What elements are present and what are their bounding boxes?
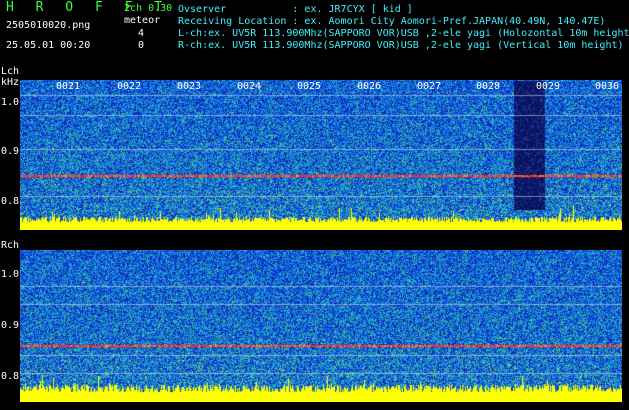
detection-label: meteor	[124, 15, 161, 26]
xtick-0025: 0025	[297, 81, 322, 92]
rch-ytick-2: 0.9	[1, 320, 20, 331]
rch-label: Rch	[1, 240, 20, 251]
filename-label: 2505010020.png	[6, 20, 91, 31]
xtick-0021: 0021	[56, 81, 81, 92]
lch-ytick-2: 0.9	[1, 146, 20, 157]
lch-config-line: L-ch:ex. UV5R 113.900Mhz(SAPPORO VOR)USB…	[178, 28, 629, 39]
xtick-0028: 0028	[476, 81, 501, 92]
channel-info: 2ch 0.30	[124, 3, 173, 14]
xtick-0022: 0022	[117, 81, 142, 92]
lch-count: 4	[138, 28, 145, 39]
lch-label: Lch	[1, 66, 20, 77]
observer-line: Ovserver : ex. JR7CYX [ kid ]	[178, 4, 413, 15]
location-line: Receiving Location : ex. Aomori City Aom…	[178, 16, 606, 27]
rch-count: 0	[138, 40, 145, 51]
rch-spectrogram	[20, 250, 622, 402]
xtick-0029: 0029	[536, 81, 561, 92]
xtick-0027: 0027	[417, 81, 442, 92]
xtick-0026: 0026	[357, 81, 382, 92]
lch-ytick-1: 1.0	[1, 97, 20, 108]
timestamp-label: 25.05.01 00:20	[6, 40, 91, 51]
xtick-0023: 0023	[177, 81, 202, 92]
xtick-0030: 0030	[595, 81, 620, 92]
xtick-0024: 0024	[237, 81, 262, 92]
rch-ytick-3: 0.8	[1, 371, 20, 382]
lch-spectrogram	[20, 80, 622, 230]
lch-unit-label: kHz	[1, 77, 20, 88]
rch-config-line: R-ch:ex. UV5R 113.900Mhz(SAPPORO VOR)USB…	[178, 40, 624, 51]
rch-ytick-1: 1.0	[1, 269, 20, 280]
lch-ytick-3: 0.8	[1, 196, 20, 207]
